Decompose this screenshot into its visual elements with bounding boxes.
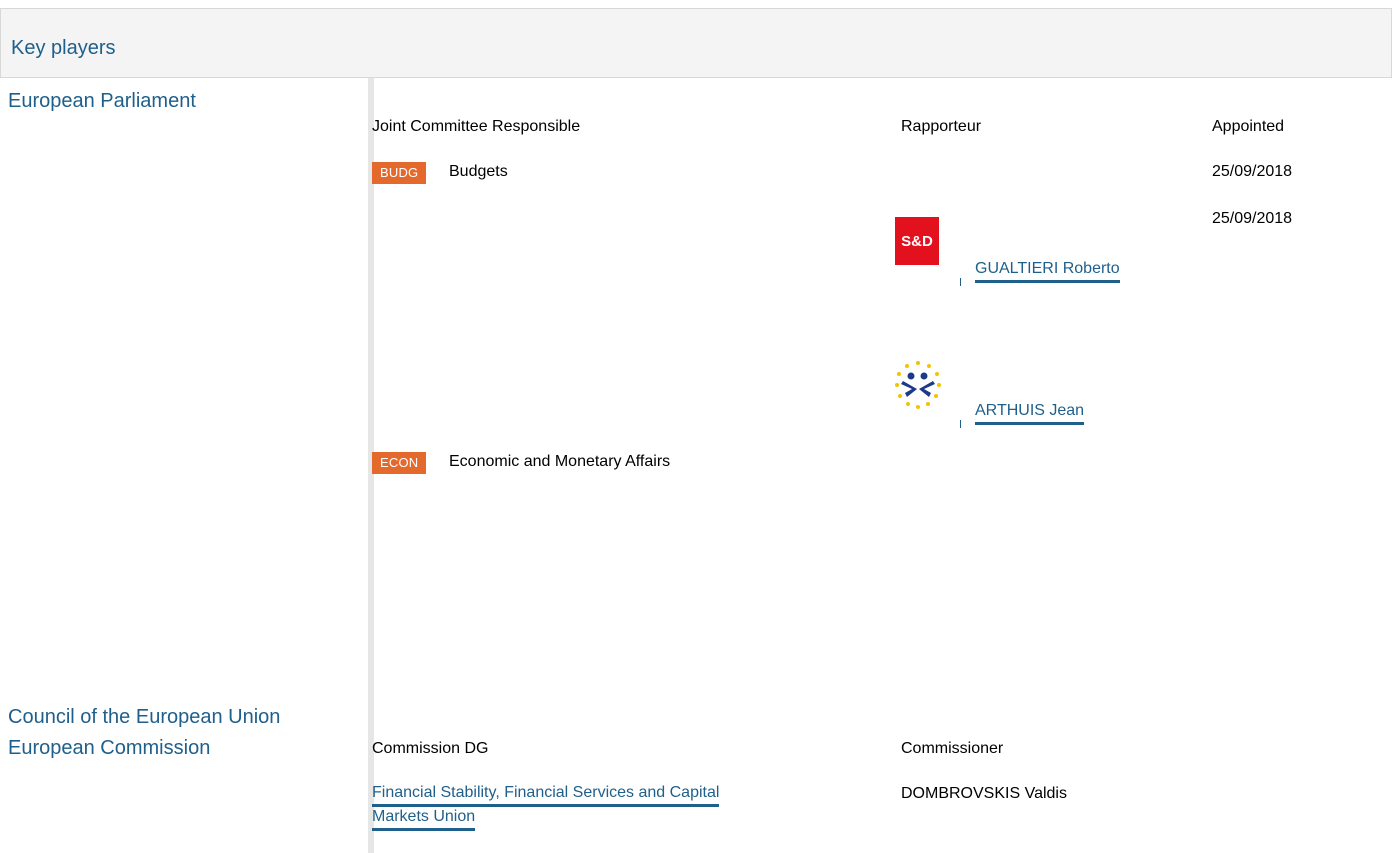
column-header-commission-dg: Commission DG: [372, 740, 489, 757]
sd-group-logo: S&D: [895, 217, 939, 265]
renew-europe-logo: [895, 361, 941, 409]
panel-title: Key players: [11, 37, 116, 59]
commission-dg-link-line2[interactable]: Markets Union: [372, 808, 476, 831]
link-tick: [960, 420, 961, 428]
appointed-date-committee: 25/09/2018: [1212, 163, 1293, 180]
commissioner-name: DOMBROVSKIS Valdis: [901, 785, 1067, 802]
section-label-commission: European Commission: [8, 737, 211, 759]
committee-tag-econ: ECON: [372, 452, 427, 474]
section-label-parliament: European Parliament: [8, 90, 196, 112]
column-header-committee: Joint Committee Responsible: [372, 118, 581, 135]
link-tick: [960, 278, 961, 286]
rapporteur-link-arthuis[interactable]: ARTHUIS Jean: [975, 402, 1085, 425]
appointed-date-rapporteur: 25/09/2018: [1212, 210, 1293, 227]
column-header-rapporteur: Rapporteur: [901, 118, 982, 135]
section-label-council: Council of the European Union: [8, 706, 281, 728]
committee-tag-budg: BUDG: [372, 162, 427, 184]
key-players-panel: Key players European Parliament Joint Co…: [0, 0, 1394, 853]
rapporteur-link-gualtieri[interactable]: GUALTIERI Roberto: [975, 260, 1120, 283]
column-header-commissioner: Commissioner: [901, 740, 1004, 757]
key-players-header: Key players: [0, 8, 1392, 78]
committee-name-econ: Economic and Monetary Affairs: [449, 453, 671, 470]
column-header-appointed: Appointed: [1212, 118, 1285, 135]
committee-name-budgets: Budgets: [449, 163, 508, 180]
commission-dg-link[interactable]: Financial Stability, Financial Services …: [372, 784, 720, 807]
